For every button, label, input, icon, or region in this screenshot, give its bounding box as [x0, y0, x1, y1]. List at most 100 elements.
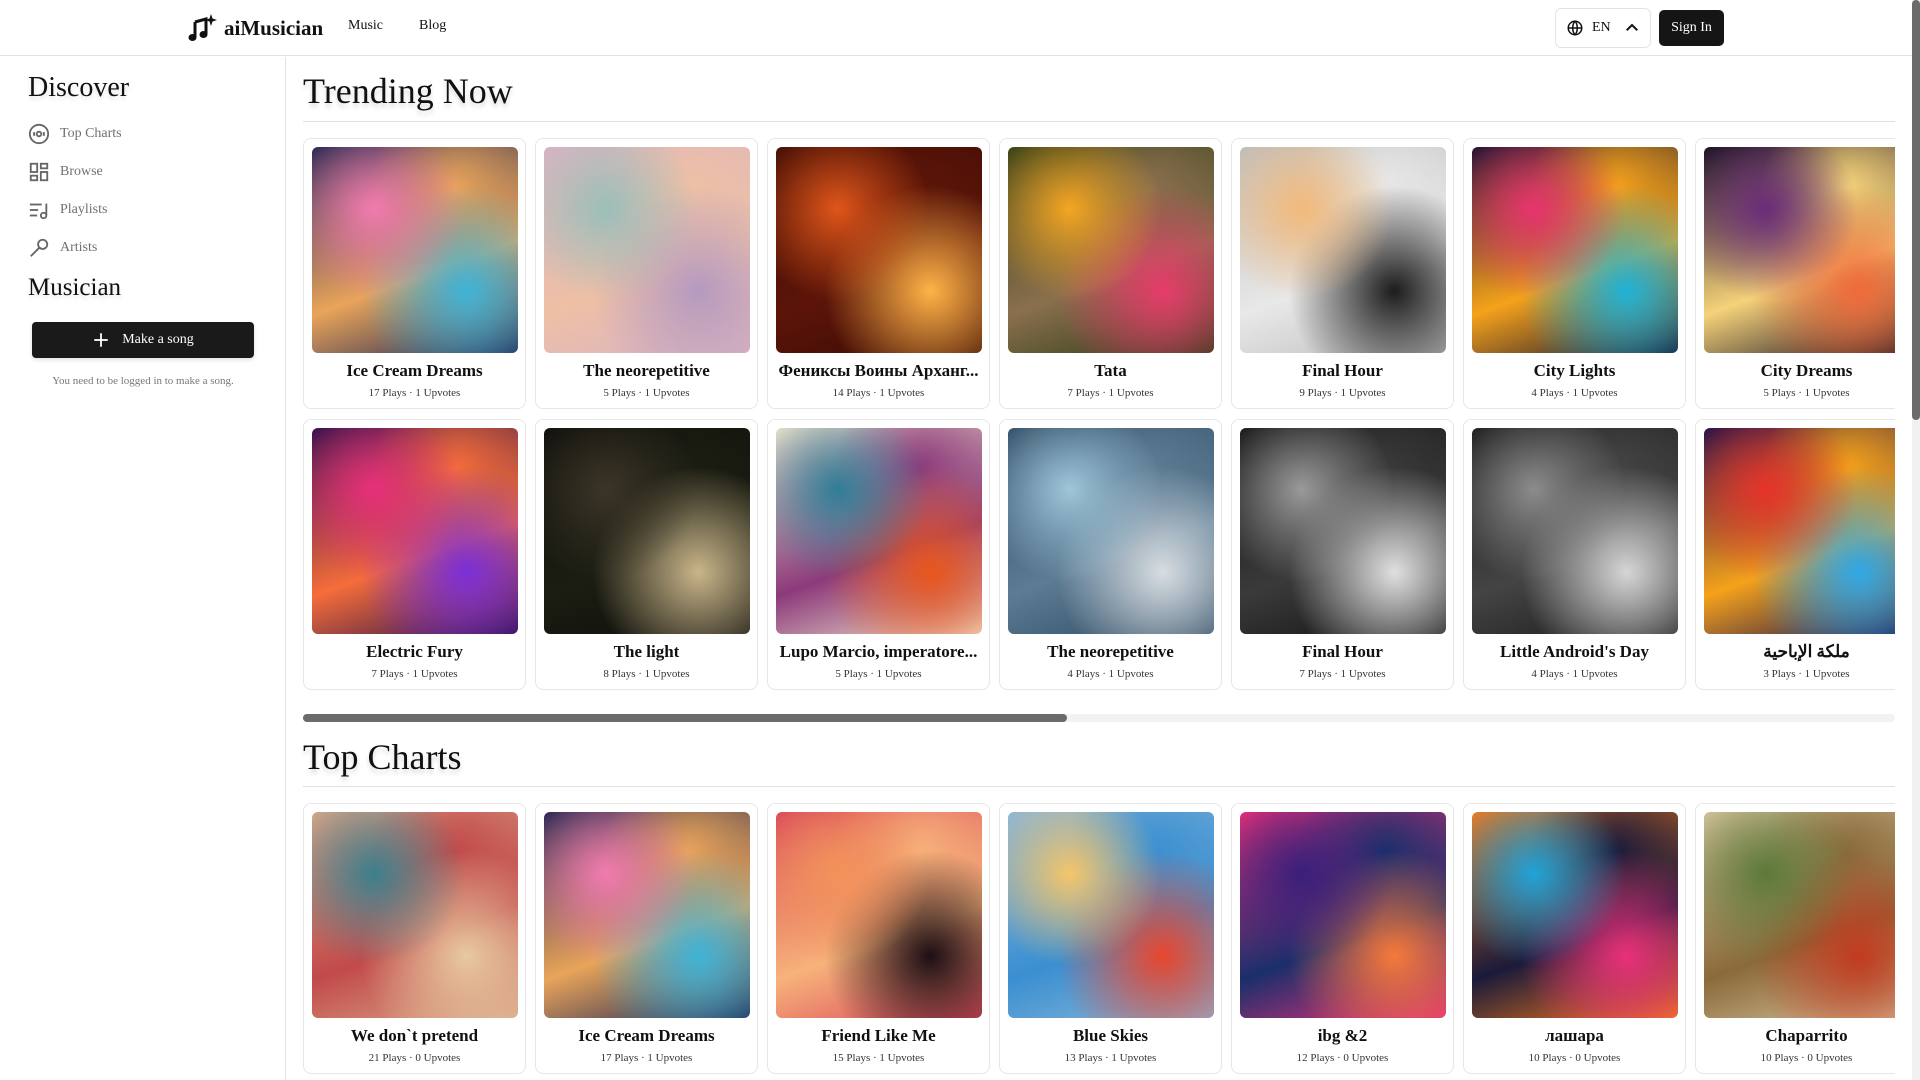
song-card[interactable]: Friend Like Me 15 Plays · 1 Upvotes	[767, 803, 990, 1074]
song-card[interactable]: Lupo Marcio, imperatore... 5 Plays · 1 Up…	[767, 419, 990, 690]
nav-link-blog[interactable]: Blog	[419, 18, 446, 34]
song-cover-art[interactable]	[1008, 147, 1214, 353]
song-cover-art[interactable]	[312, 812, 518, 1018]
globe-icon	[1567, 20, 1583, 36]
song-stats: 3 Plays · 1 Upvotes	[1763, 668, 1850, 680]
sidebar-item-browse[interactable]: Browse	[28, 161, 103, 183]
song-title[interactable]: The neorepetitive	[1004, 642, 1217, 662]
sidebar-item-artists[interactable]: Artists	[28, 237, 97, 259]
song-card[interactable]: Final Hour 7 Plays · 1 Upvotes	[1231, 419, 1454, 690]
song-card[interactable]: ibg &2 12 Plays · 0 Upvotes	[1231, 803, 1454, 1074]
song-title[interactable]: Blue Skies	[1004, 1026, 1217, 1046]
song-card[interactable]: Tata 7 Plays · 1 Upvotes	[999, 138, 1222, 409]
discover-heading: Discover	[28, 72, 130, 103]
logo[interactable]: aiMusician	[186, 12, 323, 44]
song-title[interactable]: Lupo Marcio, imperatore...	[772, 642, 985, 662]
song-card[interactable]: Final Hour 9 Plays · 1 Upvotes	[1231, 138, 1454, 409]
song-cover-art[interactable]	[312, 147, 518, 353]
song-stats: 10 Plays · 0 Upvotes	[1760, 1052, 1853, 1064]
song-title[interactable]: Chaparrito	[1700, 1026, 1895, 1046]
song-title[interactable]: Ice Cream Dreams	[308, 361, 521, 381]
song-cover-art[interactable]	[1240, 812, 1446, 1018]
song-cover-art[interactable]	[1008, 812, 1214, 1018]
song-card[interactable]: Blue Skies 13 Plays · 1 Upvotes	[999, 803, 1222, 1074]
song-title[interactable]: City Lights	[1468, 361, 1681, 381]
song-cover-art[interactable]	[1472, 428, 1678, 634]
song-card[interactable]: Фениксы Воины Арханг... 14 Plays · 1 Upvo…	[767, 138, 990, 409]
song-title[interactable]: Ice Cream Dreams	[540, 1026, 753, 1046]
song-cover-art[interactable]	[1704, 428, 1895, 634]
song-card[interactable]: City Lights 4 Plays · 1 Upvotes	[1463, 138, 1686, 409]
song-card[interactable]: Ice Cream Dreams 17 Plays · 1 Upvotes	[303, 138, 526, 409]
page-scrollbar[interactable]	[1912, 0, 1920, 1080]
song-cover-art[interactable]	[1704, 812, 1895, 1018]
song-card[interactable]: The neorepetitive 4 Plays · 1 Upvotes	[999, 419, 1222, 690]
language-value: EN	[1592, 20, 1611, 35]
song-card[interactable]: лашара 10 Plays · 0 Upvotes	[1463, 803, 1686, 1074]
make-song-label: Make a song	[122, 332, 194, 347]
song-stats: 5 Plays · 1 Upvotes	[603, 387, 690, 399]
song-title[interactable]: We don`t pretend	[308, 1026, 521, 1046]
song-title[interactable]: Final Hour	[1236, 642, 1449, 662]
song-stats: 8 Plays · 1 Upvotes	[603, 668, 690, 680]
song-stats: 10 Plays · 0 Upvotes	[1528, 1052, 1621, 1064]
trending-row-1: Ice Cream Dreams 17 Plays · 1 Upvotes The …	[303, 138, 1895, 410]
song-title[interactable]: Final Hour	[1236, 361, 1449, 381]
song-title[interactable]: City Dreams	[1700, 361, 1895, 381]
sign-in-button[interactable]: Sign In	[1659, 10, 1724, 46]
song-stats: 17 Plays · 1 Upvotes	[368, 387, 461, 399]
song-stats: 4 Plays · 1 Upvotes	[1067, 668, 1154, 680]
song-card[interactable]: Ice Cream Dreams 17 Plays · 1 Upvotes	[535, 803, 758, 1074]
song-cover-art[interactable]	[1472, 812, 1678, 1018]
nav-link-music[interactable]: Music	[348, 18, 383, 34]
sidebar-item-top-charts[interactable]: Top Charts	[28, 123, 122, 145]
song-title[interactable]: ibg &2	[1236, 1026, 1449, 1046]
song-stats: 7 Plays · 1 Upvotes	[1299, 668, 1386, 680]
song-cover-art[interactable]	[312, 428, 518, 634]
grid-icon	[29, 162, 49, 182]
trending-scrollbar-thumb[interactable]	[303, 714, 1068, 722]
song-title[interactable]: Tata	[1004, 361, 1217, 381]
song-card[interactable]: Little Android's Day 4 Plays · 1 Upvotes	[1463, 419, 1686, 690]
song-title[interactable]: Electric Fury	[308, 642, 521, 662]
sidebar-item-label: Playlists	[60, 202, 108, 217]
song-cover-art[interactable]	[544, 812, 750, 1018]
song-title[interactable]: Little Android's Day	[1468, 642, 1681, 662]
song-cover-art[interactable]	[776, 147, 982, 353]
song-cover-art[interactable]	[1240, 147, 1446, 353]
song-cover-art[interactable]	[544, 147, 750, 353]
song-card[interactable]: The light 8 Plays · 1 Upvotes	[535, 419, 758, 690]
sidebar-item-playlists[interactable]: Playlists	[28, 199, 107, 221]
language-selector[interactable]: EN	[1555, 8, 1651, 48]
song-stats: 7 Plays · 1 Upvotes	[371, 668, 458, 680]
song-cover-art[interactable]	[1008, 428, 1214, 634]
song-cover-art[interactable]	[1472, 147, 1678, 353]
song-card[interactable]: The neorepetitive 5 Plays · 1 Upvotes	[535, 138, 758, 409]
song-card[interactable]: ملكة الإباحية 3 Plays · 1 Upvotes	[1695, 419, 1895, 690]
song-card[interactable]: City Dreams 5 Plays · 1 Upvotes	[1695, 138, 1895, 409]
song-cover-art[interactable]	[544, 428, 750, 634]
microphone-icon	[30, 238, 49, 257]
song-title[interactable]: Фениксы Воины Арханг...	[772, 361, 985, 381]
page-scrollbar-thumb[interactable]	[1912, 0, 1920, 420]
song-stats: 5 Plays · 1 Upvotes	[1763, 387, 1850, 399]
song-title[interactable]: The light	[540, 642, 753, 662]
song-cover-art[interactable]	[776, 812, 982, 1018]
song-cover-art[interactable]	[776, 428, 982, 634]
song-title[interactable]: ملكة الإباحية	[1700, 642, 1895, 662]
song-card[interactable]: We don`t pretend 21 Plays · 0 Upvotes	[303, 803, 526, 1074]
trending-horizontal-scrollbar[interactable]	[303, 714, 1895, 722]
trending-row-2: Electric Fury 7 Plays · 1 Upvotes The ligh…	[303, 419, 1895, 691]
song-title[interactable]: The neorepetitive	[540, 361, 753, 381]
song-card[interactable]: Electric Fury 7 Plays · 1 Upvotes	[303, 419, 526, 690]
song-card[interactable]: Chaparrito 10 Plays · 0 Upvotes	[1695, 803, 1895, 1074]
make-song-button[interactable]: Make a song	[32, 322, 254, 358]
song-cover-art[interactable]	[1704, 147, 1895, 353]
song-title[interactable]: Friend Like Me	[772, 1026, 985, 1046]
song-stats: 4 Plays · 1 Upvotes	[1531, 668, 1618, 680]
song-stats: 9 Plays · 1 Upvotes	[1299, 387, 1386, 399]
song-stats: 12 Plays · 0 Upvotes	[1296, 1052, 1389, 1064]
song-title[interactable]: лашара	[1468, 1026, 1681, 1046]
song-cover-art[interactable]	[1240, 428, 1446, 634]
song-stats: 4 Plays · 1 Upvotes	[1531, 387, 1618, 399]
